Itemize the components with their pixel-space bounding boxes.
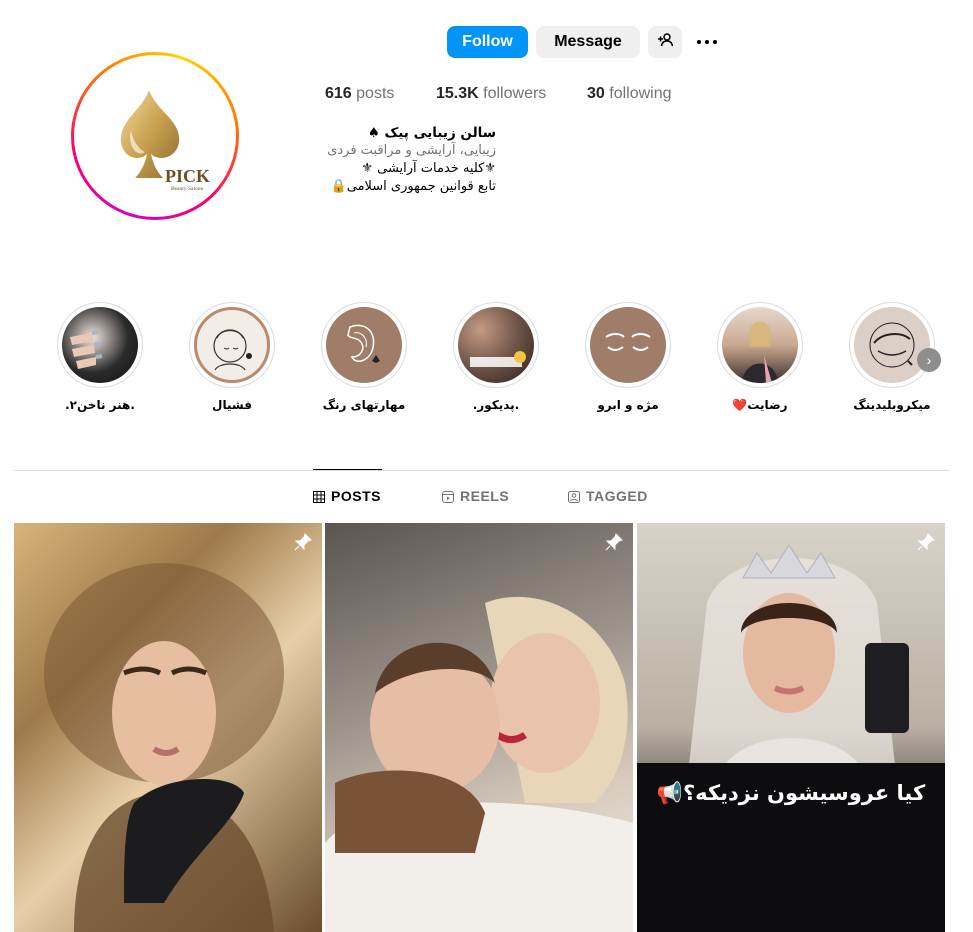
post-image: [637, 544, 945, 932]
highlight-item[interactable]: فشیال: [189, 302, 275, 412]
reels-icon: [442, 490, 454, 503]
message-button[interactable]: Message: [536, 26, 640, 58]
follow-button[interactable]: Follow: [447, 26, 528, 58]
add-person-icon: [657, 32, 674, 52]
profile-bio: سالن زیبایی پیک ♠ زیبایی، آرایشی و مراقب…: [300, 124, 496, 196]
active-tab-indicator: [313, 469, 382, 470]
post-tile[interactable]: کیا عروسیشون نزدیکه؟📢: [637, 523, 945, 932]
more-options-button[interactable]: [690, 26, 724, 58]
pinned-icon: [605, 533, 623, 551]
svg-text:PICK: PICK: [165, 166, 210, 186]
highlight-label: مهارتهای رنگ: [322, 398, 406, 412]
suggest-accounts-button[interactable]: [648, 26, 682, 58]
pinned-icon: [917, 533, 935, 551]
more-dots-icon: [697, 40, 701, 44]
svg-text:Beauty Saloon: Beauty Saloon: [171, 186, 203, 192]
highlight-item[interactable]: مژه و ابرو: [585, 302, 671, 412]
tab-posts[interactable]: POSTS: [313, 488, 381, 504]
profile-category: زیبایی، آرایشی و مراقبت فردی: [327, 143, 496, 158]
posts-count: 616 posts: [325, 85, 395, 102]
post-tile[interactable]: [14, 523, 322, 932]
bio-line: تابع قوانین جمهوری اسلامی🔒: [330, 179, 496, 194]
profile-avatar[interactable]: PICK Beauty Saloon: [71, 52, 239, 220]
following-link[interactable]: 30 following: [587, 85, 672, 103]
followers-link[interactable]: 15.3K followers: [436, 85, 546, 103]
tab-reels[interactable]: REELS: [442, 488, 509, 504]
highlight-item[interactable]: رضایت❤️: [717, 302, 803, 412]
post-image: [44, 563, 284, 932]
tab-tagged[interactable]: TAGGED: [568, 488, 648, 504]
highlight-label: .هنر ناخن۲.: [65, 398, 135, 412]
post-caption: کیا عروسیشون نزدیکه؟📢: [656, 781, 926, 805]
highlights-next-button[interactable]: ›: [917, 348, 941, 372]
highlight-label: مژه و ابرو: [597, 398, 659, 412]
profile-name: سالن زیبایی پیک ♠: [367, 125, 496, 141]
post-image: [325, 596, 633, 932]
grid-icon: [313, 490, 325, 503]
highlight-item[interactable]: .پدیکور.: [453, 302, 539, 412]
highlight-label: میکروبلیدینگ: [853, 398, 931, 412]
bio-line: ⚜کلیه خدمات آرایشی ⚜: [361, 161, 496, 176]
chevron-right-icon: ›: [926, 352, 932, 368]
pick-logo: PICK Beauty Saloon: [120, 90, 210, 192]
highlight-label: رضایت❤️: [732, 398, 788, 412]
highlight-item[interactable]: مهارتهای رنگ: [321, 302, 407, 412]
highlight-label: .پدیکور.: [472, 398, 520, 412]
pinned-icon: [294, 533, 312, 551]
tabs-divider: [14, 470, 949, 471]
tagged-icon: [568, 490, 580, 503]
post-tile[interactable]: [325, 523, 633, 932]
highlight-item[interactable]: .هنر ناخن۲.: [57, 302, 143, 412]
highlight-label: فشیال: [212, 398, 252, 412]
